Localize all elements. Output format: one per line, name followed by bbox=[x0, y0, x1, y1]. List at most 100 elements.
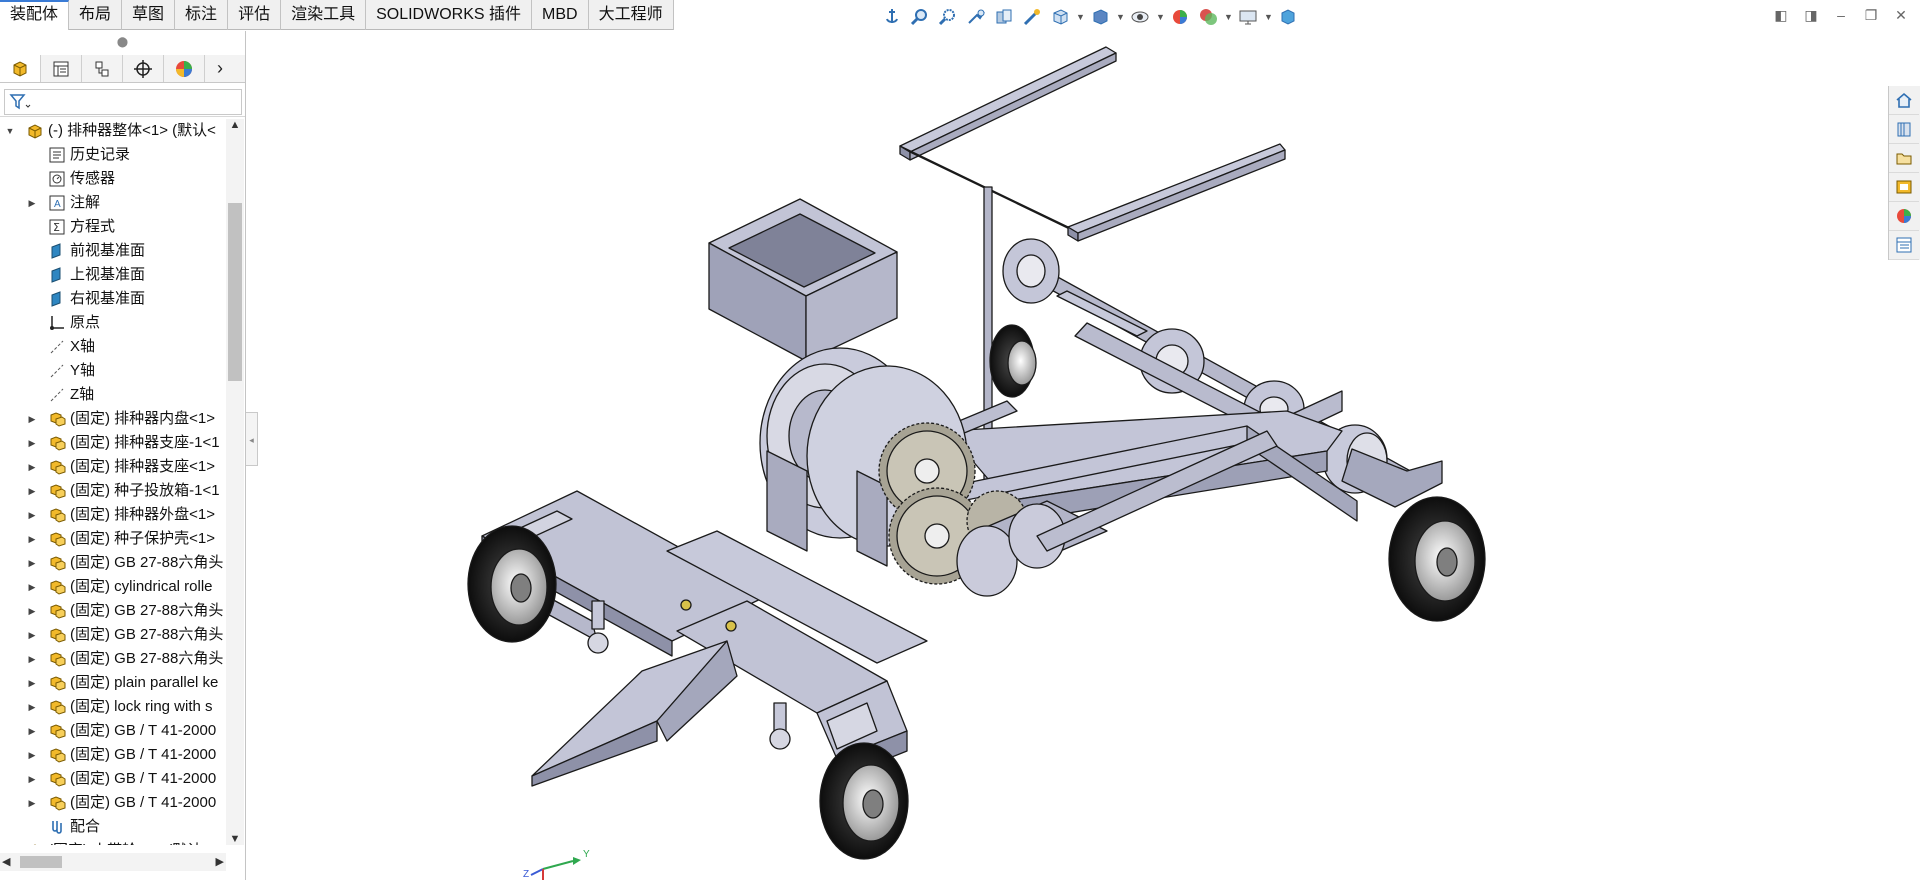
tab-evaluate[interactable]: 评估 bbox=[228, 0, 282, 30]
appearances-icon[interactable] bbox=[1889, 202, 1919, 231]
scroll-left-icon[interactable]: ◀ bbox=[2, 853, 10, 871]
feature-manager-tab[interactable] bbox=[0, 55, 41, 82]
tree-item[interactable]: ▶ (固定) 排种器内盘<1> bbox=[0, 407, 226, 431]
display-manager-tab[interactable] bbox=[164, 55, 205, 82]
tree-item[interactable]: ▶ (固定) 种子投放箱-1<1 bbox=[0, 479, 226, 503]
anchor-icon[interactable] bbox=[880, 5, 904, 29]
tree-item[interactable]: ▶ (固定) GB 27-88六角头 bbox=[0, 623, 226, 647]
tree-item[interactable]: ▶ (固定) 种子保护壳<1> bbox=[0, 527, 226, 551]
view-orientation-icon[interactable] bbox=[1048, 5, 1072, 29]
custom-properties-icon[interactable] bbox=[1889, 231, 1919, 260]
tree-vertical-scrollbar[interactable]: ▲ ▼ bbox=[226, 119, 244, 845]
tile-left-icon[interactable]: ◧ bbox=[1770, 4, 1792, 26]
tree-item[interactable]: ▶ (固定) 排种器支座<1> bbox=[0, 455, 226, 479]
expand-arrow-icon[interactable]: ▶ bbox=[4, 839, 16, 845]
minimize-icon[interactable]: – bbox=[1830, 4, 1852, 26]
apply-scene-icon[interactable] bbox=[1196, 5, 1220, 29]
tree-item[interactable]: Y轴 bbox=[0, 359, 226, 383]
hide-show-items-icon[interactable] bbox=[1128, 5, 1152, 29]
expand-arrow-icon[interactable]: ▶ bbox=[26, 527, 38, 551]
home-icon[interactable] bbox=[1889, 86, 1919, 115]
expand-arrow-icon[interactable]: ▶ bbox=[26, 791, 38, 815]
expand-arrow-icon[interactable]: ▶ bbox=[26, 695, 38, 719]
tree-item[interactable]: ▶ (固定) GB 27-88六角头 bbox=[0, 647, 226, 671]
tree-item[interactable]: ▶ (固定) GB 27-88六角头 bbox=[0, 599, 226, 623]
rear-left-wheel[interactable] bbox=[989, 324, 1037, 398]
expand-arrow-icon[interactable]: ▶ bbox=[26, 551, 38, 575]
tree-item[interactable]: 前视基准面 bbox=[0, 239, 226, 263]
chevron-right-icon[interactable]: › bbox=[205, 58, 235, 79]
expand-arrow-icon[interactable]: ▶ bbox=[26, 575, 38, 599]
expand-arrow-icon[interactable]: ▶ bbox=[26, 599, 38, 623]
front-right-wheel[interactable] bbox=[819, 742, 909, 860]
expand-arrow-icon[interactable]: ▶ bbox=[26, 767, 38, 791]
tab-layout[interactable]: 布局 bbox=[69, 0, 123, 30]
tree-item[interactable]: 历史记录 bbox=[0, 143, 226, 167]
tree-item[interactable]: Z轴 bbox=[0, 383, 226, 407]
chevron-down-icon[interactable]: ▼ bbox=[1264, 5, 1273, 29]
configuration-manager-tab[interactable] bbox=[82, 55, 123, 82]
restore-icon[interactable]: ❐ bbox=[1860, 4, 1882, 26]
panel-grip[interactable]: ⬤ bbox=[0, 31, 245, 55]
close-icon[interactable]: ✕ bbox=[1890, 4, 1912, 26]
assembly-model[interactable] bbox=[247, 31, 1887, 880]
dimxpert-manager-tab[interactable] bbox=[123, 55, 164, 82]
tab-assembly[interactable]: 装配体 bbox=[0, 0, 70, 30]
zoom-to-fit-icon[interactable] bbox=[908, 5, 932, 29]
tree-item[interactable]: ▶ (固定) plain parallel ke bbox=[0, 671, 226, 695]
scroll-thumb[interactable] bbox=[20, 856, 62, 868]
chevron-down-icon[interactable]: ▼ bbox=[1116, 5, 1125, 29]
tree-item[interactable]: Σ 方程式 bbox=[0, 215, 226, 239]
expand-arrow-icon[interactable]: ▶ bbox=[26, 479, 38, 503]
tree-item[interactable]: ▶ (固定) 排种器支座-1<1 bbox=[0, 431, 226, 455]
expand-arrow-icon[interactable]: ▶ bbox=[26, 431, 38, 455]
expand-arrow-icon[interactable]: ▶ bbox=[26, 743, 38, 767]
seed-plough[interactable] bbox=[531, 640, 738, 787]
graphics-area[interactable]: Y Z X bbox=[247, 31, 1887, 880]
tree-item[interactable]: X轴 bbox=[0, 335, 226, 359]
edit-appearance-icon[interactable] bbox=[1168, 5, 1192, 29]
zoom-to-area-icon[interactable] bbox=[936, 5, 960, 29]
tab-markup[interactable]: 标注 bbox=[175, 0, 229, 30]
tree-item[interactable]: ▶ (固定) GB / T 41-2000 bbox=[0, 743, 226, 767]
filter-input[interactable] bbox=[4, 89, 242, 115]
tree-horizontal-scrollbar[interactable]: ◀ ▶ bbox=[0, 853, 226, 871]
tree-item[interactable]: ▶ (固定) GB 27-88六角头 bbox=[0, 551, 226, 575]
previous-view-icon[interactable] bbox=[964, 5, 988, 29]
tree-item[interactable]: ▶ (固定) GB / T 41-2000 bbox=[0, 719, 226, 743]
expand-arrow-icon[interactable]: ▶ bbox=[26, 647, 38, 671]
expand-arrow-icon[interactable]: ▶ bbox=[26, 455, 38, 479]
tile-right-icon[interactable]: ◨ bbox=[1800, 4, 1822, 26]
expand-arrow-icon[interactable]: ▶ bbox=[26, 503, 38, 527]
tree-item[interactable]: ▶ (固定) lock ring with s bbox=[0, 695, 226, 719]
tab-sketch[interactable]: 草图 bbox=[122, 0, 176, 30]
design-library-icon[interactable] bbox=[1889, 115, 1919, 144]
tree-root-item[interactable]: ▶ (固定) 小带轮<5> (默认< bbox=[0, 839, 226, 845]
view-palette-icon[interactable] bbox=[1889, 173, 1919, 202]
front-left-wheel[interactable] bbox=[467, 525, 557, 643]
scroll-down-icon[interactable]: ▼ bbox=[226, 833, 244, 845]
property-manager-tab[interactable] bbox=[41, 55, 82, 82]
file-explorer-icon[interactable] bbox=[1889, 144, 1919, 173]
expand-arrow-icon[interactable]: ▶ bbox=[26, 191, 38, 215]
expand-arrow-icon[interactable]: ▶ bbox=[26, 671, 38, 695]
chevron-down-icon[interactable]: ▼ bbox=[1224, 5, 1233, 29]
section-view-icon[interactable] bbox=[992, 5, 1016, 29]
view-settings-icon[interactable] bbox=[1236, 5, 1260, 29]
tab-solidworks-addins[interactable]: SOLIDWORKS 插件 bbox=[366, 0, 533, 30]
tree-item[interactable]: 配合 bbox=[0, 815, 226, 839]
expand-arrow-icon[interactable]: ▶ bbox=[26, 719, 38, 743]
chevron-down-icon[interactable]: ▼ bbox=[1156, 5, 1165, 29]
tab-render-tools[interactable]: 渲染工具 bbox=[281, 0, 367, 30]
tree-item[interactable]: 原点 bbox=[0, 311, 226, 335]
tree-item[interactable]: ▶ (固定) cylindrical rolle bbox=[0, 575, 226, 599]
tab-big-engineer[interactable]: 大工程师 bbox=[589, 0, 674, 30]
tree-item[interactable]: ▶ (固定) GB / T 41-2000 bbox=[0, 791, 226, 815]
tab-mbd[interactable]: MBD bbox=[532, 0, 589, 30]
tree-item[interactable]: ▶ A 注解 bbox=[0, 191, 226, 215]
scroll-right-icon[interactable]: ▶ bbox=[216, 853, 224, 871]
tree-item[interactable]: 右视基准面 bbox=[0, 287, 226, 311]
display-style-icon[interactable] bbox=[1088, 5, 1112, 29]
tree-item[interactable]: ▶ (固定) GB / T 41-2000 bbox=[0, 767, 226, 791]
scroll-up-icon[interactable]: ▲ bbox=[226, 119, 244, 131]
